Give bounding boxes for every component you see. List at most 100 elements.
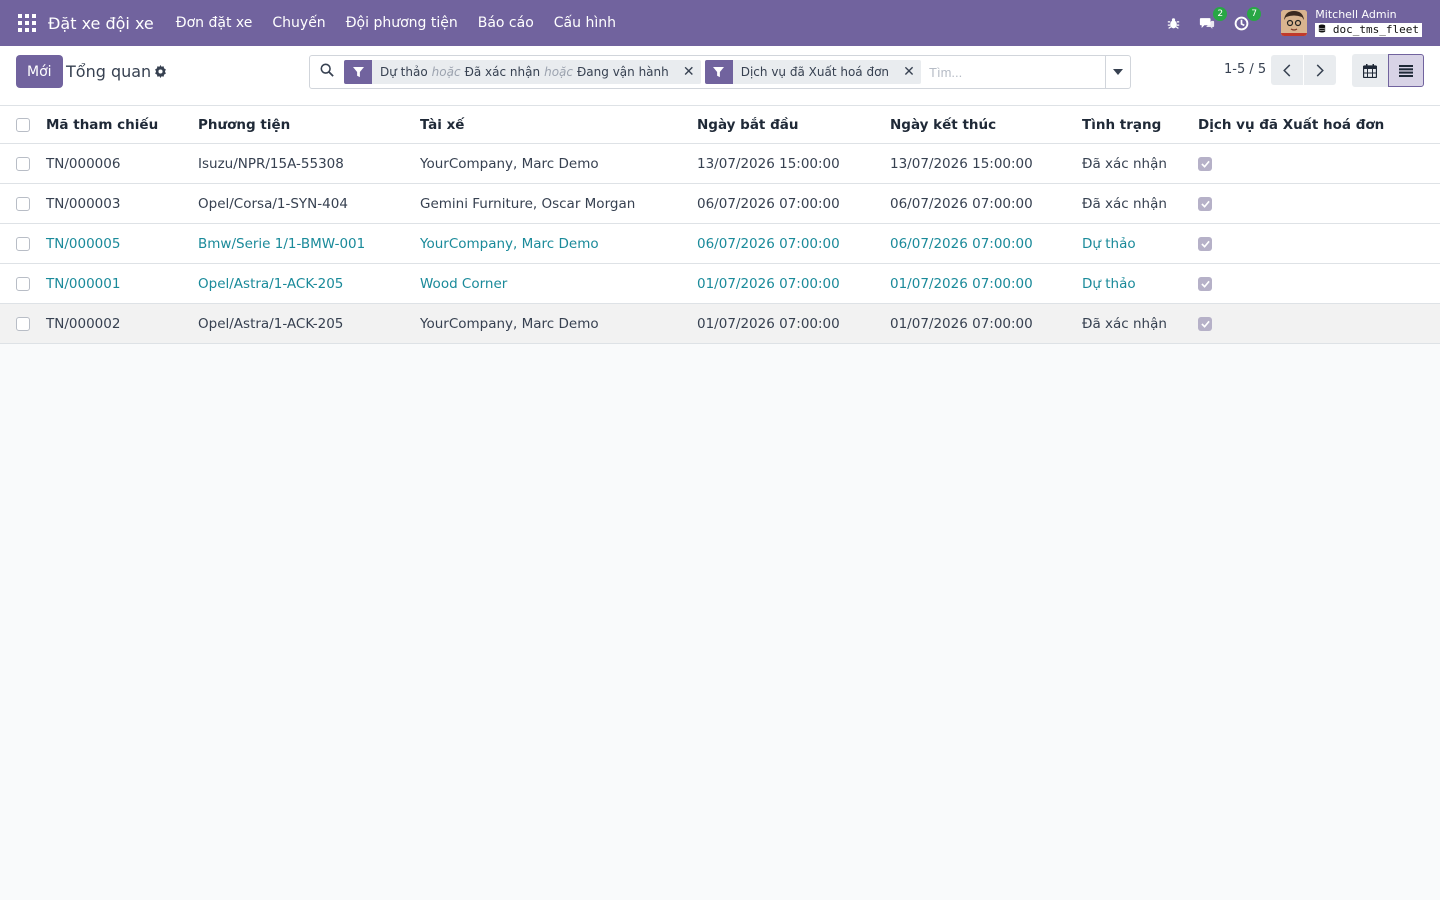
debug-bug-icon[interactable] (1165, 15, 1181, 31)
invoiced-filter-text: Dịch vụ đã Xuất hoá đơn (740, 65, 890, 79)
search-options-chevron-down-icon[interactable] (1105, 56, 1130, 88)
start-date-cell: 01/07/2026 07:00:00 (697, 275, 840, 292)
column-header-state[interactable]: Tình trạng (1082, 106, 1161, 143)
select-all-checkbox[interactable] (16, 106, 30, 143)
state-cell: Đã xác nhận (1082, 155, 1167, 172)
list-view-icon[interactable] (1388, 54, 1424, 87)
checkmark-icon (1200, 200, 1210, 208)
checkmark-icon (1200, 280, 1210, 288)
pager-previous-chevron-left-icon[interactable] (1271, 55, 1303, 85)
table-row[interactable]: TN/000006 Isuzu/NPR/15A-55308 YourCompan… (0, 144, 1440, 184)
driver-cell: YourCompany, Marc Demo (420, 315, 599, 332)
trips-list-table: Mã tham chiếu Phương tiện Tài xế Ngày bắ… (0, 106, 1440, 344)
filter-icon (344, 60, 372, 84)
column-header-start-date[interactable]: Ngày bắt đầu (697, 106, 798, 143)
database-icon (1319, 23, 1326, 33)
remove-state-filter-close-icon[interactable]: ✕ (677, 64, 701, 80)
checkmark-icon (1200, 240, 1210, 248)
app-grid-icon[interactable] (18, 14, 36, 32)
menu-item-bookings[interactable]: Đơn đặt xe (176, 15, 253, 31)
invoiced-checkbox (1198, 184, 1212, 223)
start-date-cell: 06/07/2026 07:00:00 (697, 235, 840, 252)
vehicle-cell: Opel/Astra/1-ACK-205 (198, 275, 344, 292)
state-filter-text: Dự thảo hoặc Đã xác nhận hoặc Đang vận hành (380, 65, 669, 79)
end-date-cell: 01/07/2026 07:00:00 (890, 315, 1033, 332)
column-header-invoiced[interactable]: Dịch vụ đã Xuất hoá đơn (1198, 106, 1384, 143)
user-name: Mitchell Admin (1315, 8, 1397, 22)
database-name-text: doc_tms_fleet (1332, 22, 1419, 36)
new-button[interactable]: Mới (16, 55, 63, 88)
table-row[interactable]: TN/000002 Opel/Astra/1-ACK-205 YourCompa… (0, 304, 1440, 344)
menu-item-fleet[interactable]: Đội phương tiện (346, 15, 458, 31)
activities-clock-icon[interactable]: 7 (1233, 7, 1262, 31)
driver-cell: Wood Corner (420, 275, 508, 292)
table-row[interactable]: TN/000005 Bmw/Serie 1/1-BMW-001 YourComp… (0, 224, 1440, 264)
reference-cell: TN/000006 (46, 155, 121, 172)
column-header-reference[interactable]: Mã tham chiếu (46, 106, 158, 143)
pager-value[interactable]: 1-5 / 5 (1224, 62, 1266, 77)
state-filter-facet: Dự thảo hoặc Đã xác nhận hoặc Đang vận hành … (344, 60, 701, 84)
gear-icon[interactable] (154, 65, 167, 82)
vehicle-cell: Opel/Astra/1-ACK-205 (198, 315, 344, 332)
vehicle-cell: Bmw/Serie 1/1-BMW-001 (198, 235, 366, 252)
state-cell: Dự thảo (1082, 275, 1136, 292)
reference-cell: TN/000002 (46, 315, 121, 332)
invoiced-checkbox (1198, 264, 1212, 303)
calendar-view-icon[interactable] (1352, 54, 1388, 87)
start-date-cell: 01/07/2026 07:00:00 (697, 315, 840, 332)
activities-count-badge: 7 (1247, 7, 1262, 21)
search-bar: Dự thảo hoặc Đã xác nhận hoặc Đang vận hành … (309, 55, 1131, 89)
breadcrumb: Tổng quan (66, 62, 152, 81)
row-checkbox[interactable] (16, 184, 30, 223)
pager-next-chevron-right-icon[interactable] (1304, 55, 1336, 85)
row-checkbox[interactable] (16, 304, 30, 343)
user-menu[interactable]: Mitchell Admin doc_tms_fleet (1315, 8, 1422, 37)
start-date-cell: 06/07/2026 07:00:00 (697, 195, 840, 212)
reference-cell: TN/000005 (46, 235, 121, 252)
remove-invoiced-filter-close-icon[interactable]: ✕ (897, 64, 921, 80)
driver-cell: Gemini Furniture, Oscar Morgan (420, 195, 636, 212)
messages-icon[interactable]: 2 (1199, 7, 1228, 31)
invoiced-checkbox (1198, 224, 1212, 263)
end-date-cell: 01/07/2026 07:00:00 (890, 275, 1033, 292)
start-date-cell: 13/07/2026 15:00:00 (697, 155, 840, 172)
table-header-row: Mã tham chiếu Phương tiện Tài xế Ngày bắ… (0, 106, 1440, 144)
menu-item-reports[interactable]: Báo cáo (478, 15, 534, 31)
vehicle-cell: Opel/Corsa/1-SYN-404 (198, 195, 348, 212)
end-date-cell: 06/07/2026 07:00:00 (890, 195, 1033, 212)
checkmark-icon (1200, 160, 1210, 168)
search-input[interactable] (929, 64, 1106, 80)
state-cell: Đã xác nhận (1082, 195, 1167, 212)
avatar[interactable] (1281, 10, 1308, 36)
table-row[interactable]: TN/000001 Opel/Astra/1-ACK-205 Wood Corn… (0, 264, 1440, 304)
column-header-end-date[interactable]: Ngày kết thúc (890, 106, 996, 143)
driver-cell: YourCompany, Marc Demo (420, 155, 599, 172)
row-checkbox[interactable] (16, 224, 30, 263)
filter-icon (704, 60, 733, 84)
reference-cell: TN/000001 (46, 275, 121, 292)
row-checkbox[interactable] (16, 144, 30, 183)
invoiced-checkbox (1198, 304, 1212, 343)
vehicle-cell: Isuzu/NPR/15A-55308 (198, 155, 344, 172)
state-cell: Dự thảo (1082, 235, 1136, 252)
end-date-cell: 13/07/2026 15:00:00 (890, 155, 1033, 172)
app-brand[interactable]: Đặt xe đội xe (48, 14, 154, 33)
menu-item-trips[interactable]: Chuyến (272, 15, 325, 31)
row-checkbox[interactable] (16, 264, 30, 303)
state-cell: Đã xác nhận (1082, 315, 1167, 332)
menu-item-configuration[interactable]: Cấu hình (554, 15, 616, 31)
reference-cell: TN/000003 (46, 195, 121, 212)
messages-count-badge: 2 (1213, 7, 1228, 21)
invoiced-filter-facet: Dịch vụ đã Xuất hoá đơn ✕ (704, 60, 922, 84)
database-name: doc_tms_fleet (1315, 22, 1422, 37)
table-row[interactable]: TN/000003 Opel/Corsa/1-SYN-404 Gemini Fu… (0, 184, 1440, 224)
driver-cell: YourCompany, Marc Demo (420, 235, 599, 252)
column-header-driver[interactable]: Tài xế (420, 106, 464, 143)
search-icon (320, 63, 334, 81)
column-header-vehicle[interactable]: Phương tiện (198, 106, 290, 143)
end-date-cell: 06/07/2026 07:00:00 (890, 235, 1033, 252)
invoiced-checkbox (1198, 144, 1212, 183)
control-panel: Mới Tổng quan Dự thảo hoặc Đã xác nhận hoặc… (0, 46, 1440, 106)
top-navbar: Đặt xe đội xe Đơn đặt xe Chuyến Đội phươ… (0, 0, 1440, 46)
checkmark-icon (1200, 320, 1210, 328)
